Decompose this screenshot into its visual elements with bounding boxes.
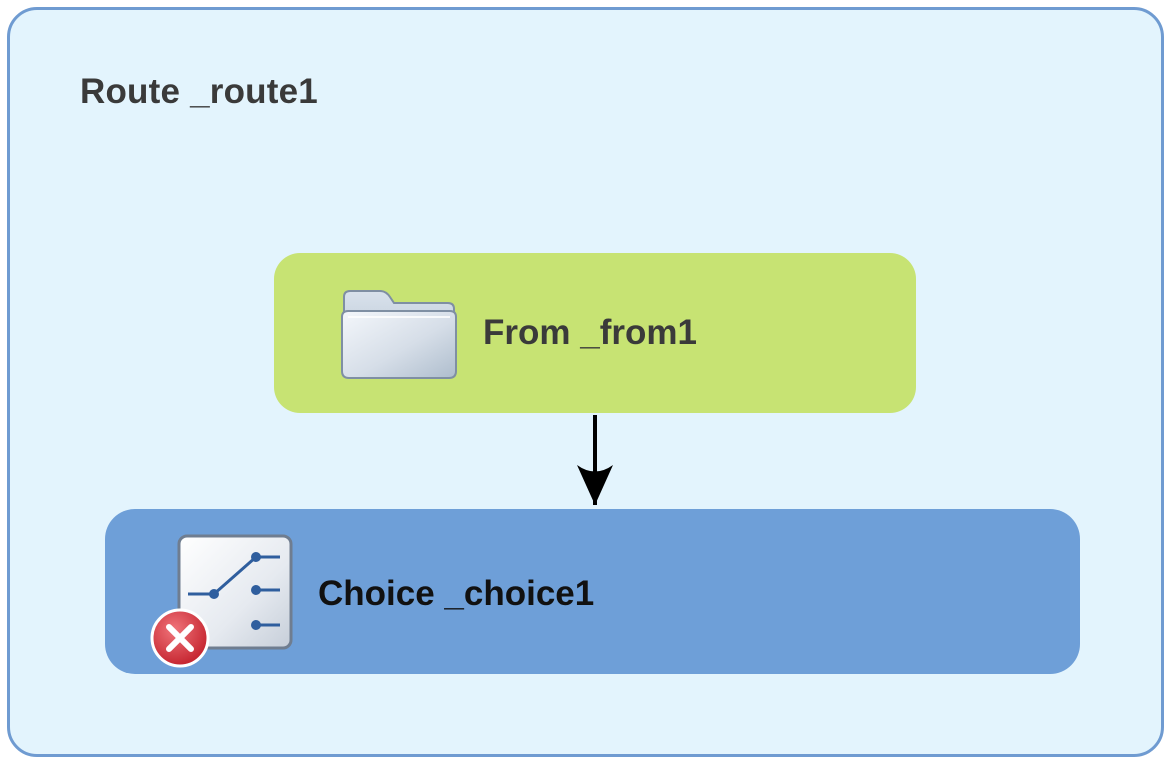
folder-icon bbox=[341, 290, 457, 379]
flow-connector-arrow[interactable] bbox=[560, 410, 630, 515]
error-icon[interactable] bbox=[149, 607, 211, 669]
from-node-label: From _from1 bbox=[483, 313, 697, 352]
choice-node-label: Choice _choice1 bbox=[318, 574, 595, 613]
route-title: Route _route1 bbox=[80, 72, 318, 111]
